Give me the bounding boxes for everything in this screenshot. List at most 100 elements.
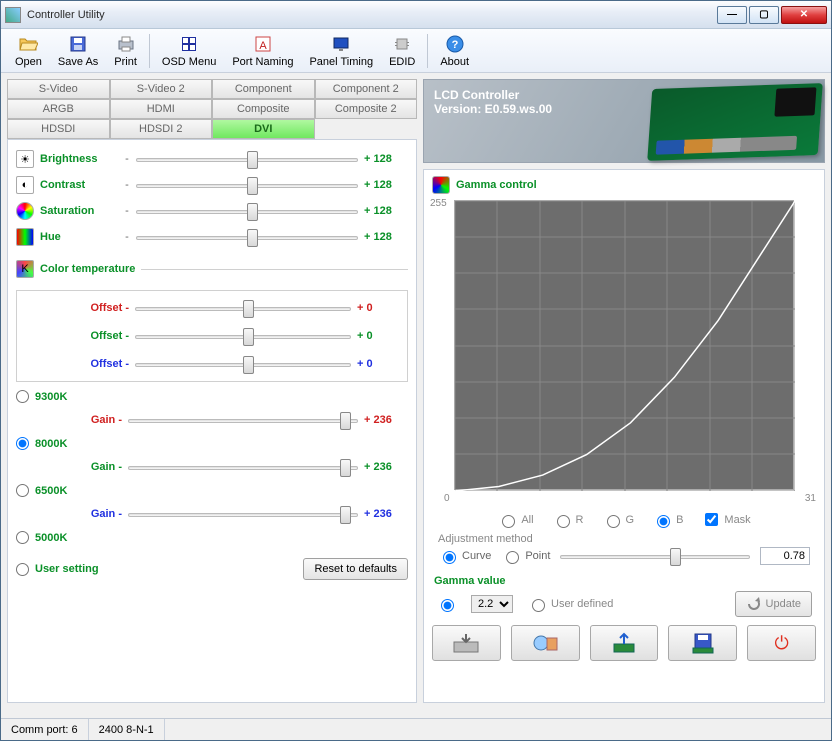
tab-component2[interactable]: Component 2 xyxy=(315,79,418,99)
tab-composite2[interactable]: Composite 2 xyxy=(315,99,418,119)
offset-group: Offset - + 0 Offset - + 0 Offset - xyxy=(16,290,408,382)
hue-label: Hue xyxy=(40,231,118,243)
status-config: 2400 8-N-1 xyxy=(89,719,165,740)
close-button[interactable]: ✕ xyxy=(781,6,827,24)
contrast-value: + 128 xyxy=(364,179,408,191)
board-image xyxy=(647,83,823,161)
maximize-button[interactable]: ▢ xyxy=(749,6,779,24)
edid-button[interactable]: EDID xyxy=(381,32,423,70)
power-button[interactable]: ⏻ xyxy=(747,625,816,661)
preset-8000k[interactable]: 8000K xyxy=(16,437,408,450)
gain-r-label: Gain xyxy=(91,414,115,426)
colortemp-header: K Color temperature xyxy=(16,260,408,278)
adj-point[interactable]: Point xyxy=(501,548,550,564)
tab-svideo[interactable]: S-Video xyxy=(7,79,110,99)
image-settings-panel: ☀ Brightness - + 128 ◐ Contrast - + 128 … xyxy=(7,139,417,703)
adj-curve[interactable]: Curve xyxy=(438,548,491,564)
channel-r[interactable]: R xyxy=(552,512,584,528)
power-icon: ⏻ xyxy=(774,633,788,654)
gamma-preset-radio[interactable] xyxy=(436,596,457,612)
tab-hdsdi[interactable]: HDSDI xyxy=(7,119,110,139)
chip-icon xyxy=(392,34,412,54)
colortemp-title: Color temperature xyxy=(40,263,135,275)
saturation-row: Saturation - + 128 xyxy=(16,202,408,220)
channel-selector: All R G B Mask xyxy=(432,510,816,529)
preset-5000k[interactable]: 5000K xyxy=(16,531,408,544)
lcd-info-box: LCD Controller Version: E0.59.ws.00 xyxy=(423,79,825,163)
load-from-device-button[interactable] xyxy=(432,625,501,661)
offset-g-label: Offset xyxy=(90,330,122,342)
contrast-slider[interactable] xyxy=(136,176,358,194)
channel-b[interactable]: B xyxy=(652,512,683,528)
gain-b-slider[interactable] xyxy=(128,505,358,523)
preset-6500k[interactable]: 6500K xyxy=(16,484,408,497)
preset-9300k[interactable]: 9300K xyxy=(16,390,408,403)
tab-svideo2[interactable]: S-Video 2 xyxy=(110,79,213,99)
offset-b-slider[interactable] xyxy=(135,355,351,373)
factory-icon xyxy=(531,632,559,654)
open-button[interactable]: Open xyxy=(7,32,50,70)
tab-component[interactable]: Component xyxy=(212,79,315,99)
gain-g-slider[interactable] xyxy=(128,458,358,476)
print-button[interactable]: Print xyxy=(106,32,145,70)
brightness-value: + 128 xyxy=(364,153,408,165)
osdmenu-button[interactable]: OSD Menu xyxy=(154,32,224,70)
gain-r-slider[interactable] xyxy=(128,411,358,429)
upload-button[interactable] xyxy=(590,625,659,661)
contrast-label: Contrast xyxy=(40,179,118,191)
channel-all[interactable]: All xyxy=(497,512,533,528)
offset-r-slider[interactable] xyxy=(135,299,351,317)
app-icon xyxy=(5,7,21,23)
adj-value[interactable]: 0.78 xyxy=(760,547,810,565)
brightness-slider[interactable] xyxy=(136,150,358,168)
paneltiming-label: Panel Timing xyxy=(309,56,373,68)
window-title: Controller Utility xyxy=(27,9,715,21)
gain-g-label: Gain xyxy=(91,461,115,473)
disk-icon xyxy=(689,632,717,654)
save-to-device-button[interactable] xyxy=(668,625,737,661)
tab-hdmi[interactable]: HDMI xyxy=(110,99,213,119)
svg-text:?: ? xyxy=(451,39,458,51)
chart-ymax: 255 xyxy=(430,198,447,209)
factory-reset-button[interactable] xyxy=(511,625,580,661)
saturation-slider[interactable] xyxy=(136,202,358,220)
preset-user[interactable]: User setting xyxy=(16,563,99,576)
about-button[interactable]: ? About xyxy=(432,32,477,70)
update-button[interactable]: Update xyxy=(735,591,812,617)
folder-open-icon xyxy=(18,34,38,54)
titlebar: Controller Utility — ▢ ✕ xyxy=(1,1,831,29)
colortemp-icon: K xyxy=(16,260,34,278)
mask-checkbox[interactable]: Mask xyxy=(701,510,750,529)
portnaming-label: Port Naming xyxy=(232,56,293,68)
about-label: About xyxy=(440,56,469,68)
print-label: Print xyxy=(114,56,137,68)
brightness-label: Brightness xyxy=(40,153,118,165)
gamma-chart[interactable] xyxy=(454,200,794,490)
hue-icon xyxy=(16,228,34,246)
channel-g[interactable]: G xyxy=(602,512,635,528)
brightness-icon: ☀ xyxy=(16,150,34,168)
paneltiming-button[interactable]: Panel Timing xyxy=(301,32,381,70)
gamma-preset-select[interactable]: 2.2 xyxy=(471,595,513,613)
tab-hdsdi2[interactable]: HDSDI 2 xyxy=(110,119,213,139)
saturation-icon xyxy=(16,202,34,220)
contrast-row: ◐ Contrast - + 128 xyxy=(16,176,408,194)
portnaming-button[interactable]: A Port Naming xyxy=(224,32,301,70)
minimize-button[interactable]: — xyxy=(717,6,747,24)
save-icon xyxy=(68,34,88,54)
gain-b-value: + 236 xyxy=(364,508,408,520)
gamma-icon xyxy=(432,176,450,194)
chart-xmin: 0 xyxy=(444,493,450,504)
hue-slider[interactable] xyxy=(136,228,358,246)
tab-dvi[interactable]: DVI xyxy=(212,119,315,139)
saveas-button[interactable]: Save As xyxy=(50,32,106,70)
gamma-user-radio[interactable]: User defined xyxy=(527,596,613,612)
offset-g-slider[interactable] xyxy=(135,327,351,345)
status-port: Comm port: 6 xyxy=(1,719,89,740)
tab-composite[interactable]: Composite xyxy=(212,99,315,119)
tab-argb[interactable]: ARGB xyxy=(7,99,110,119)
input-tabs: S-Video S-Video 2 Component Component 2 … xyxy=(7,79,417,139)
reset-defaults-button[interactable]: Reset to defaults xyxy=(303,558,408,580)
adj-slider[interactable] xyxy=(560,547,750,565)
open-label: Open xyxy=(15,56,42,68)
